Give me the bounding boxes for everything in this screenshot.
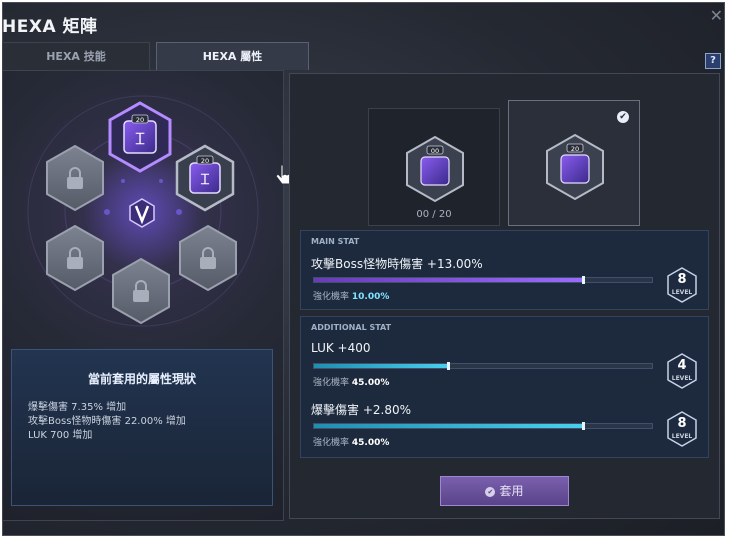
apply-button[interactable]: ✔ 套用: [440, 476, 569, 506]
progress-knob: [447, 362, 451, 370]
main-stat-level: 8: [677, 272, 687, 287]
additional-stat-text: LUK +400: [311, 341, 371, 355]
level-badge-text: 8 LEVEL: [667, 267, 697, 303]
level-label: LEVEL: [671, 375, 693, 382]
svg-text:⌶: ⌶: [135, 129, 145, 148]
core-slot-selected[interactable]: ✔ 20: [508, 100, 640, 226]
stat-core-icon: [546, 133, 604, 201]
help-icon[interactable]: ?: [705, 53, 721, 69]
tab-hexa-skill[interactable]: HEXA 技能: [2, 42, 150, 70]
main-stat-header: MAIN STAT: [311, 237, 360, 246]
main-stat-progress-bar: [313, 276, 653, 284]
current-stat-line: 爆擊傷害 7.35% 增加: [28, 402, 127, 413]
progress-fill: [314, 364, 450, 368]
stat-core-icon: [406, 135, 464, 203]
additional-stat-probability: 強化機率 45.00%: [313, 378, 390, 388]
additional-stat-header: ADDITIONAL STAT: [311, 323, 392, 332]
link-dot: [104, 209, 110, 215]
level-badge-text: 8 LEVEL: [667, 411, 697, 447]
additional-stat-progress-bar: [313, 362, 653, 370]
slot-count: 00 / 20: [416, 209, 452, 220]
progress-fill: [314, 278, 585, 282]
check-circle-icon: ✔: [485, 486, 496, 497]
tab-hexa-stat[interactable]: HEXA 屬性: [156, 42, 309, 70]
core-slot-empty[interactable]: 00 00 / 20: [368, 108, 500, 226]
check-icon: ✔: [617, 111, 629, 123]
link-dot: [121, 179, 125, 183]
close-icon[interactable]: ✕: [710, 6, 723, 25]
hex-node-bottom[interactable]: [112, 257, 170, 325]
current-stats-title: 當前套用的屬性現狀: [87, 372, 196, 386]
progress-knob: [582, 422, 586, 430]
hex-matrix-panel: ⌶ 20 ⌶ 20 當前套用的屬性現狀 爆擊傷害 7.35% 增加 攻擊Boss…: [2, 70, 284, 521]
main-stat-section: MAIN STAT 攻擊Boss怪物時傷害 +13.00% 強化機率 10.00…: [300, 230, 709, 310]
link-dot: [176, 209, 182, 215]
level-label: LEVEL: [671, 433, 693, 440]
additional-stat-progress-bar: [313, 422, 653, 430]
link-dot: [159, 179, 163, 183]
main-stat-text: 攻擊Boss怪物時傷害 +13.00%: [311, 257, 483, 271]
progress-knob: [582, 276, 586, 284]
main-stat-probability: 強化機率 10.00%: [313, 292, 390, 302]
v-emblem-icon: [129, 198, 155, 228]
hex-grid: ⌶ 20 ⌶ 20: [27, 95, 259, 327]
slot-level-badge: 00: [430, 147, 440, 155]
svg-text:⌶: ⌶: [200, 170, 209, 188]
additional-stat-section: ADDITIONAL STAT LUK +400 強化機率 45.00% 4 L…: [300, 316, 709, 458]
node-level-badge: 20: [136, 116, 144, 124]
level-badge-text: 4 LEVEL: [667, 353, 697, 389]
progress-fill: [314, 424, 585, 428]
node-level-badge: 20: [201, 157, 209, 165]
level-label: LEVEL: [671, 289, 693, 296]
additional-stat-level: 8: [677, 416, 687, 431]
apply-button-label: 套用: [499, 484, 524, 498]
current-stat-line: 攻擊Boss怪物時傷害 22.00% 增加: [28, 416, 186, 427]
current-stat-line: LUK 700 增加: [28, 430, 93, 441]
current-stats-box: 當前套用的屬性現狀 爆擊傷害 7.35% 增加 攻擊Boss怪物時傷害 22.0…: [11, 349, 273, 506]
slot-level-badge: 20: [570, 145, 580, 153]
additional-stat-probability: 強化機率 45.00%: [313, 438, 390, 448]
additional-stat-text: 爆擊傷害 +2.80%: [311, 403, 411, 417]
additional-stat-level: 4: [677, 358, 687, 373]
window-title: HEXA 矩陣: [2, 17, 98, 37]
hex-node-top[interactable]: ⌶ 20: [108, 101, 172, 173]
